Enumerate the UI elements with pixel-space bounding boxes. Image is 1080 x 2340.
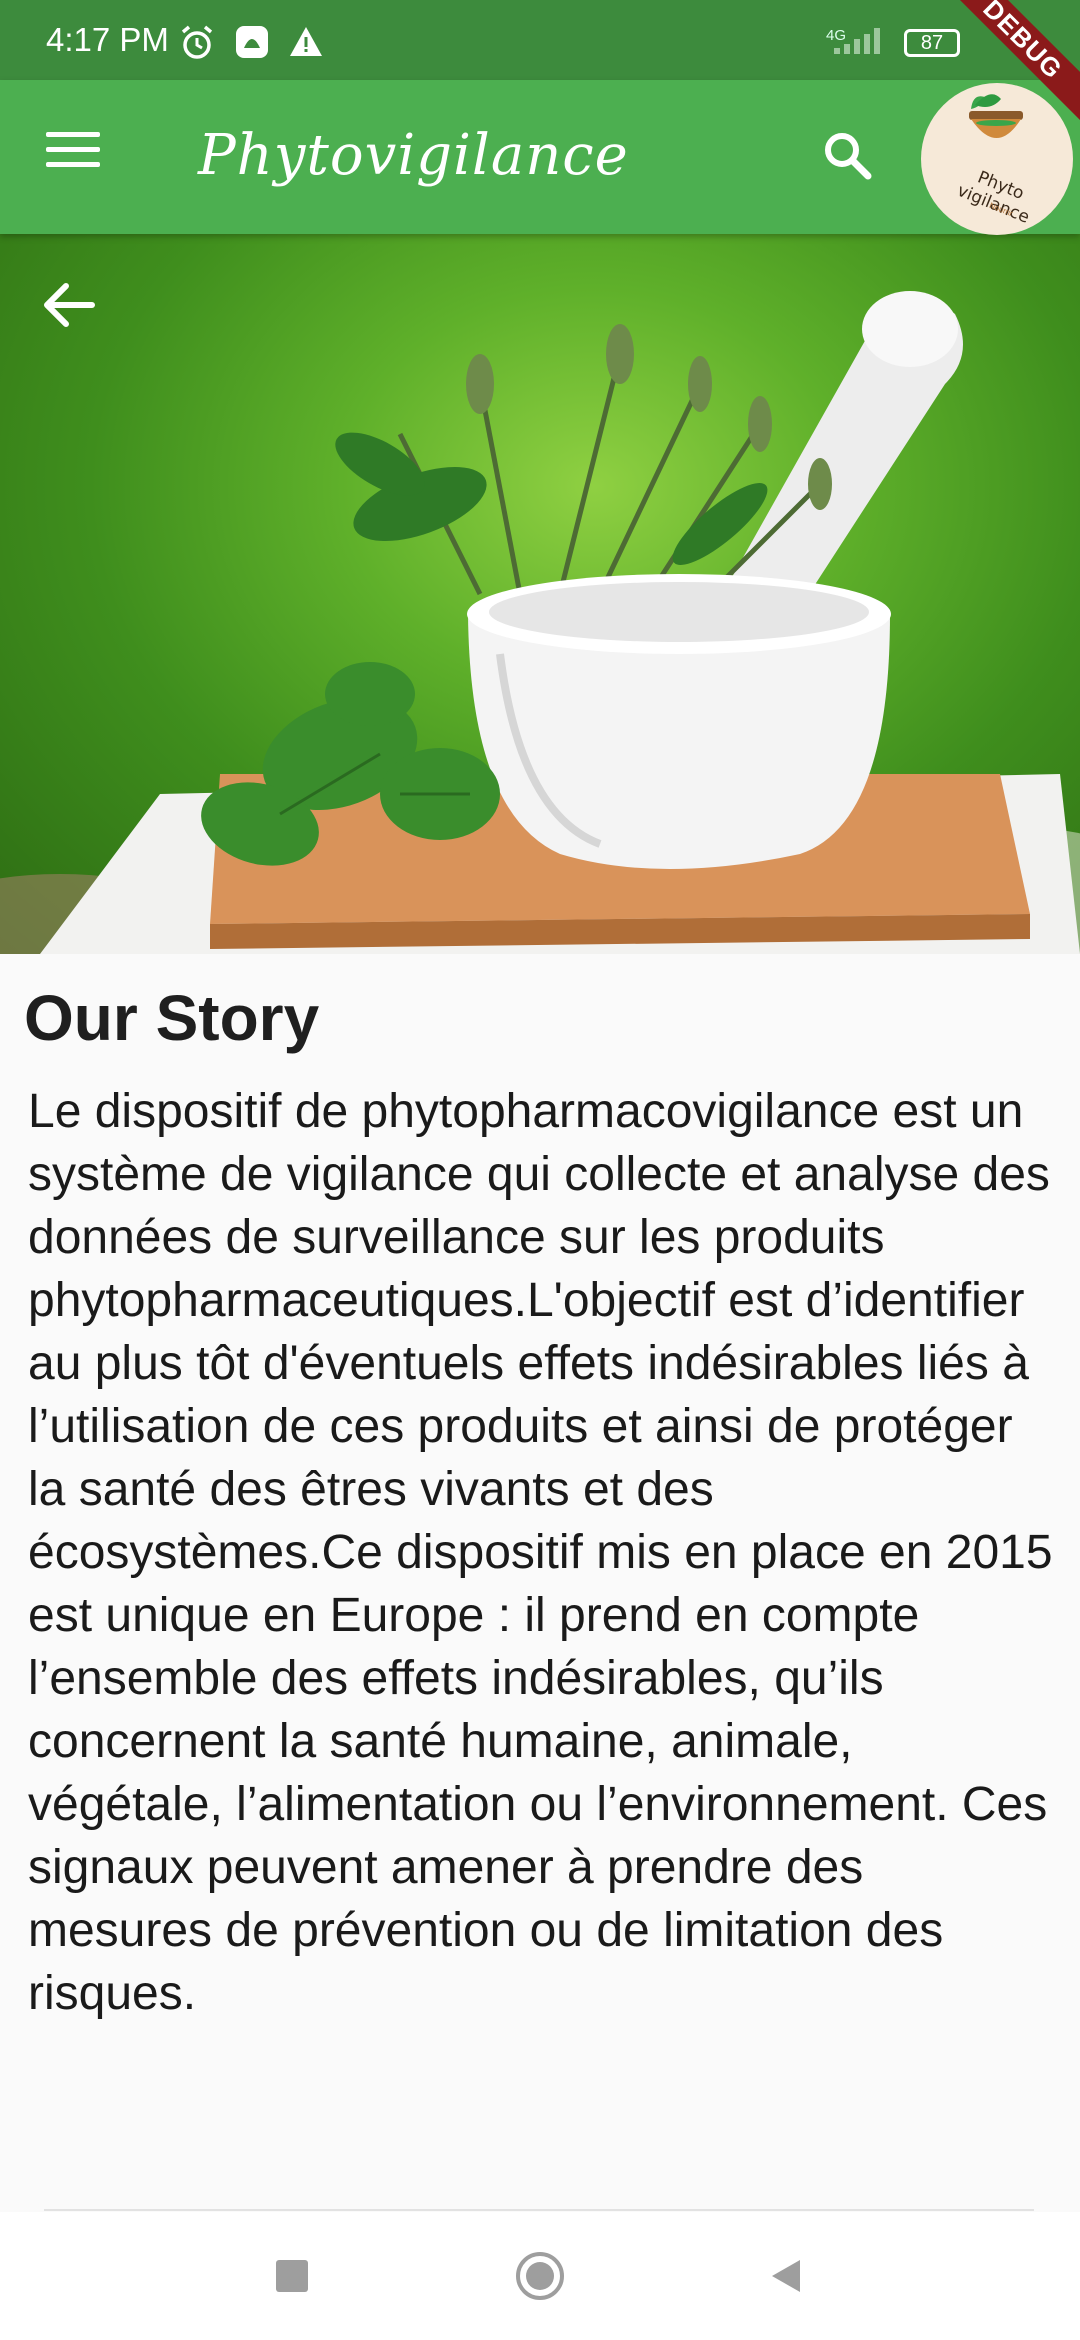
recent-apps-icon[interactable]: [270, 2254, 314, 2298]
battery-level: 87: [920, 31, 944, 54]
divider: [44, 2209, 1034, 2211]
app-bar: Phytovigilance: [0, 80, 1080, 234]
arrow-back-icon[interactable]: [36, 274, 98, 336]
home-icon[interactable]: [514, 2250, 566, 2302]
status-time: 4:17 PM: [46, 21, 169, 58]
signal-icon: 4G: [826, 24, 896, 61]
back-triangle-icon[interactable]: [764, 2254, 808, 2298]
warning-icon: [290, 27, 322, 56]
network-type: 4G: [826, 27, 847, 44]
system-nav-bar: [0, 2212, 1080, 2340]
app-notification-icon: [236, 26, 268, 58]
alarm-icon: [181, 25, 213, 59]
section-title: Our Story: [24, 982, 320, 1054]
status-icons-left: [178, 24, 324, 64]
brand-logo: Phyto vigilance Nourrir: [921, 83, 1073, 235]
status-icons-right: 4G 87: [826, 24, 960, 61]
battery-icon: 87: [904, 28, 960, 57]
hero-image: [0, 234, 1080, 954]
app-title: Phytovigilance: [198, 123, 629, 188]
story-body-text: Le dispositif de phytopharmacovigilance …: [28, 1085, 1053, 2020]
hamburger-menu-icon[interactable]: [46, 132, 100, 178]
status-bar: 4:17 PM 4G 87: [0, 0, 1080, 80]
search-icon[interactable]: [818, 126, 878, 186]
herbs-mortar-illustration: [0, 291, 1080, 954]
